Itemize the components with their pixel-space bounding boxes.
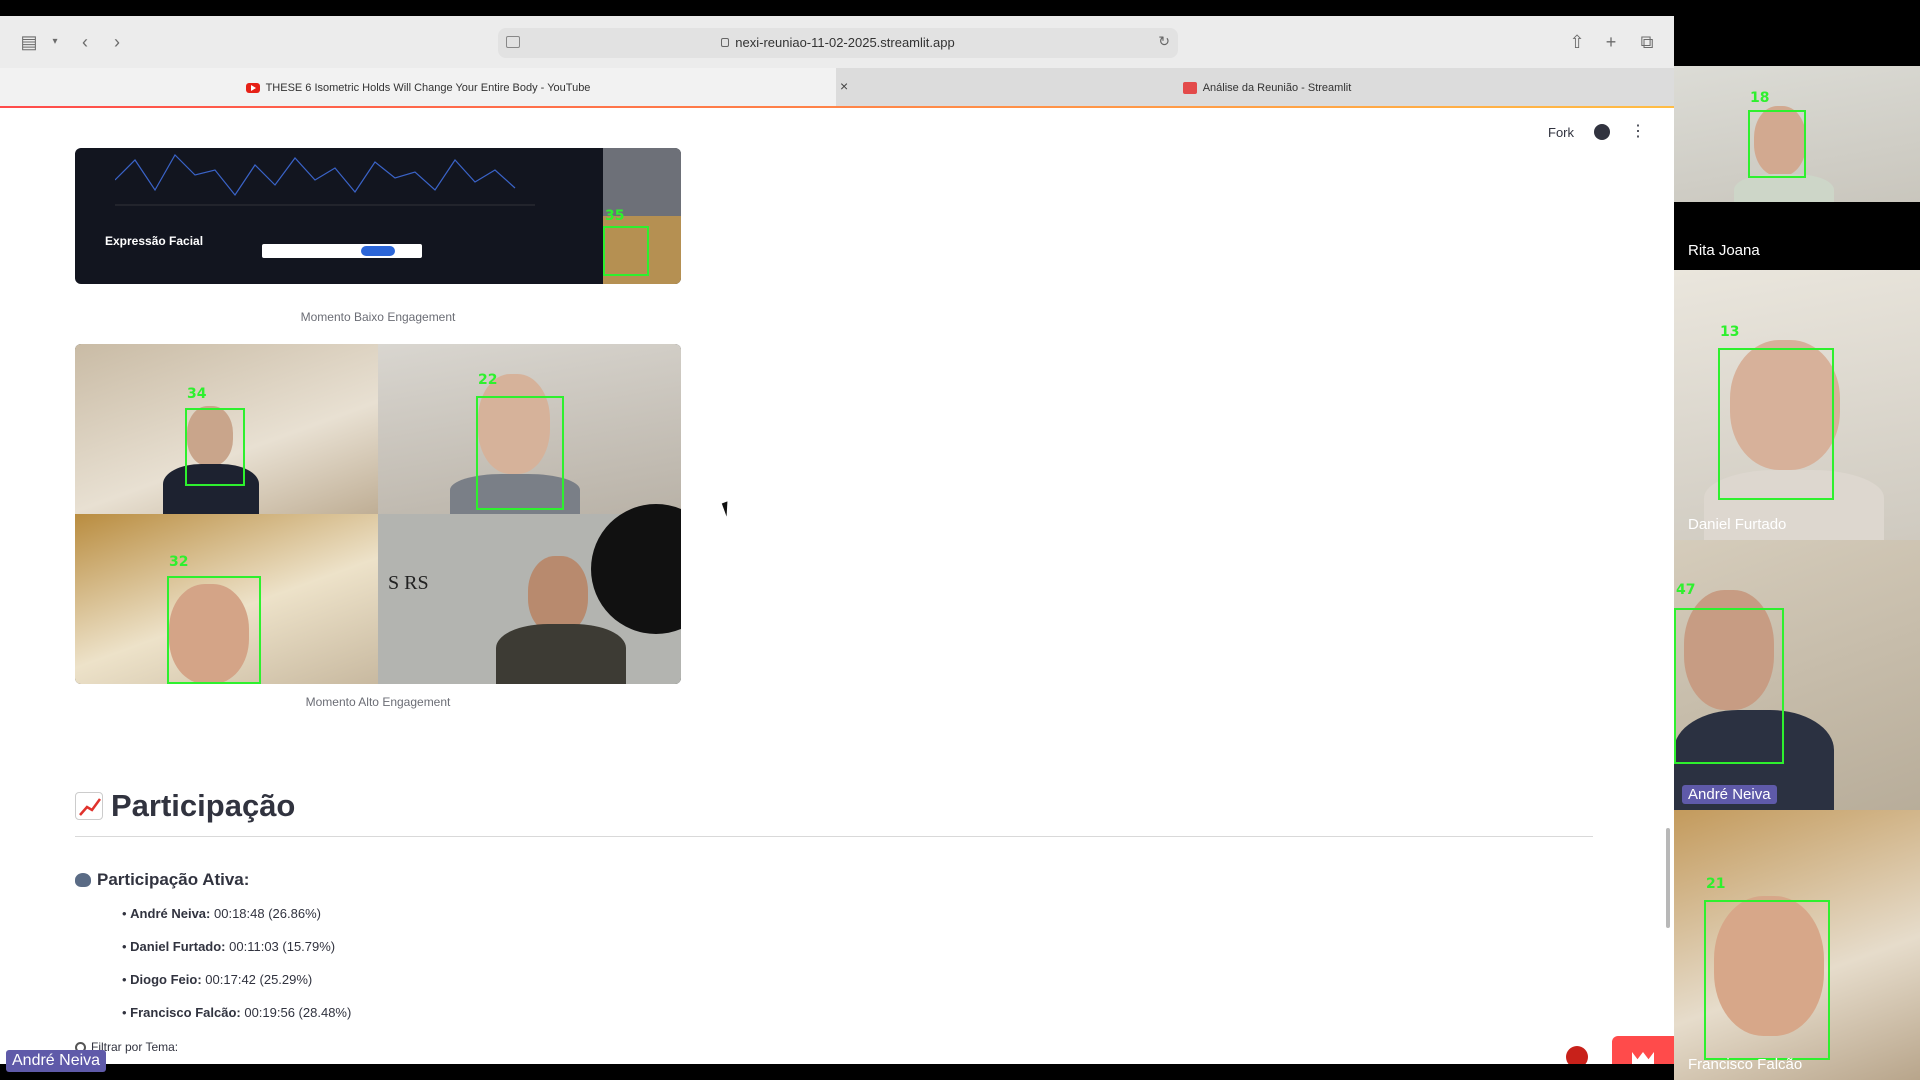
app-header: Fork ⋮ [1548,124,1646,140]
face-id-label: 13 [1720,324,1740,340]
sidebar-toggle-icon[interactable]: ▤ [16,30,42,54]
face-box [1704,900,1830,1060]
participant-tile: 13 Daniel Furtado [1674,270,1920,540]
browser-toolbar: ▤ ▾ ‹ › nexi-reuniao-11-02-2025.streamli… [0,16,1674,68]
new-tab-icon[interactable]: + [1598,30,1624,54]
face-id-label: 34 [187,386,207,402]
logo-text: S RS [388,572,429,594]
face-id-label: 22 [478,372,498,388]
image-caption: Momento Alto Engagement [305,695,451,709]
face-id-label: 32 [169,554,189,570]
list-item: • André Neiva: 00:18:48 (26.86%) [122,906,321,921]
face-id-label: 21 [1706,876,1726,892]
speaking-head-icon [75,873,91,887]
face-box [1674,608,1784,764]
list-item: • Diogo Feio: 00:17:42 (25.29%) [122,972,313,987]
chart-increasing-icon [75,792,103,820]
scrollbar[interactable] [1666,828,1670,928]
video-tile: S RS [378,504,681,684]
share-icon[interactable]: ⇧ [1564,30,1590,54]
github-icon[interactable] [1594,124,1610,140]
participant-tile: 47 André Neiva [1674,540,1920,810]
participant-name: André Neiva [1682,785,1777,804]
video-tile: 34 [75,344,378,514]
back-icon[interactable]: ‹ [72,30,98,54]
lock-icon [721,38,730,47]
subtitle-text: Participação Ativa: [97,870,250,889]
browser-window: ▤ ▾ ‹ › nexi-reuniao-11-02-2025.streamli… [0,16,1674,1064]
participant-name: Daniel Furtado [1688,516,1787,533]
logo-circle [591,504,681,634]
tab-streamlit[interactable]: Análise da Reunião - Streamlit [860,68,1674,108]
video-tile: 22 [378,344,681,514]
image-caption: Momento Baixo Engagement [300,310,456,324]
active-speaker-label: André Neiva [6,1050,107,1072]
face-box [1748,110,1806,178]
screen: { "browser": { "url": "nexi-reuniao-11-0… [0,0,1920,1080]
youtube-icon [245,83,260,93]
inner-dialog [262,244,422,258]
chart-thumbnail [115,154,535,206]
tab-bar: THESE 6 Isometric Holds Will Change Your… [0,68,1674,108]
participation-subtitle: Participação Ativa: [75,870,249,890]
participant-name: Rita Joana [1688,242,1760,259]
address-bar[interactable]: nexi-reuniao-11-02-2025.streamlit.app ↻ [498,28,1178,58]
face-box [476,396,564,510]
face-id-label: 35 [605,208,625,224]
participant-tile: 21 Francisco Falcão [1674,810,1920,1080]
streamlit-icon [1182,82,1197,94]
participant-name-strip: Rita Joana [1674,202,1920,270]
tab-overview-icon[interactable]: ⧉ [1634,30,1660,54]
person [528,556,588,634]
section-title-text: Participação [111,788,296,823]
person-body [496,624,626,684]
face-box [1718,348,1834,500]
participation-list: • André Neiva: 00:18:48 (26.86%) • Danie… [122,904,351,1036]
face-box [185,408,245,486]
inner-dialog-button [361,246,395,256]
streamlit-page: Fork ⋮ Expressão Facial 35 Momento Baixo… [0,108,1674,1064]
low-engagement-image: Expressão Facial 35 [75,148,681,284]
face-id-label: 47 [1676,582,1696,598]
menu-icon[interactable]: ⋮ [1630,124,1646,140]
divider [75,836,1593,837]
section-title: Participação [75,788,295,824]
video-tile: 32 [75,514,378,684]
streamlit-deploy-button[interactable] [1612,1036,1674,1064]
reload-icon[interactable]: ↻ [1158,33,1170,50]
fork-button[interactable]: Fork [1548,125,1574,140]
person-body [1734,174,1834,202]
face-id-label: 18 [1750,90,1770,106]
url-text: nexi-reuniao-11-02-2025.streamlit.app [735,35,955,50]
participant-name: Francisco Falcão [1688,1056,1803,1073]
mouse-cursor [721,501,733,517]
participant-tile: 18 [1674,66,1920,202]
tab-label: Análise da Reunião - Streamlit [1202,82,1352,94]
tab-label: THESE 6 Isometric Holds Will Change Your… [265,82,591,94]
list-item: • Francisco Falcão: 00:19:56 (28.48%) [122,1005,352,1020]
tab-youtube[interactable]: THESE 6 Isometric Holds Will Change Your… [0,68,836,108]
face-box [167,576,261,684]
list-item: • Daniel Furtado: 00:11:03 (15.79%) [122,939,336,954]
close-tab-icon[interactable]: × [840,78,848,94]
crown-icon [1632,1052,1654,1064]
forward-icon[interactable]: › [104,30,130,54]
high-engagement-image: 34 22 32 S RS [75,344,681,684]
inner-title: Expressão Facial [105,234,204,248]
chevron-down-icon[interactable]: ▾ [42,30,68,54]
apple-icon[interactable] [1566,1046,1588,1064]
face-box [603,226,649,276]
